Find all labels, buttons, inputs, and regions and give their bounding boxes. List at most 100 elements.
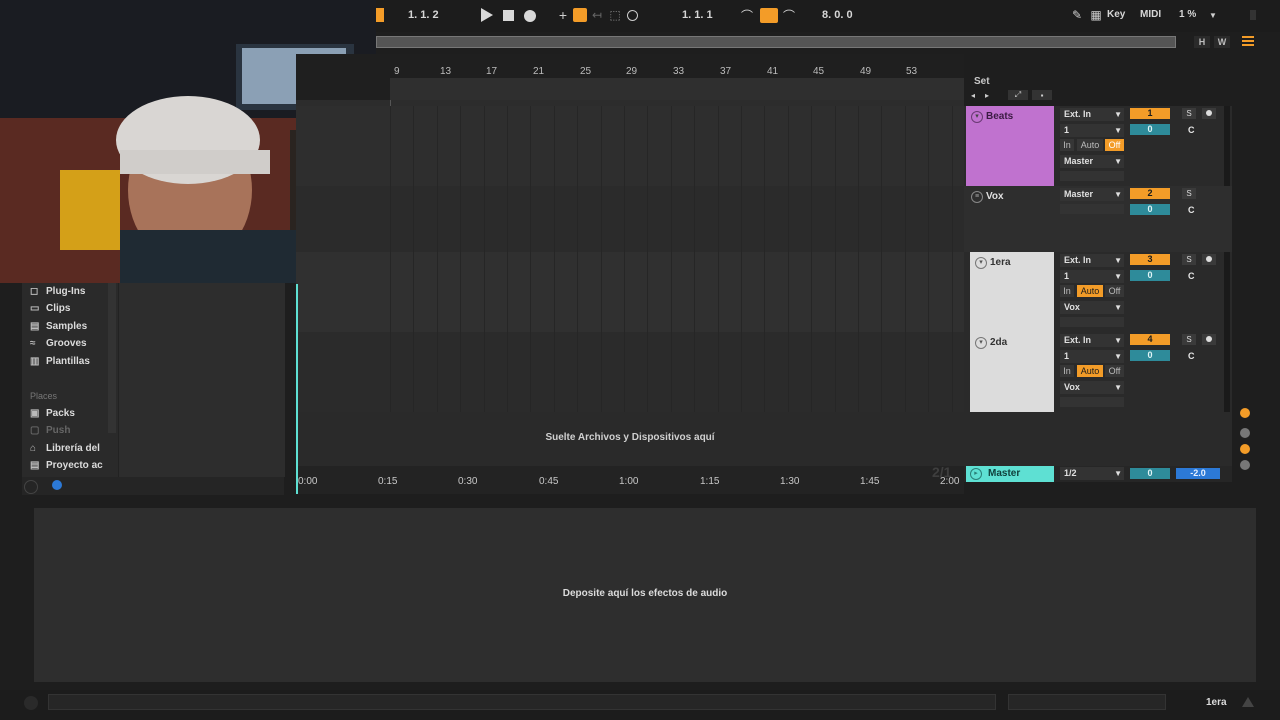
arm-button[interactable] xyxy=(1202,108,1216,119)
browser-toggle-icon[interactable] xyxy=(24,480,38,494)
browser-place-push[interactable]: ▢ Push xyxy=(30,425,70,436)
ruler[interactable]: 9 13 17 21 25 29 33 37 41 45 49 53 xyxy=(296,54,964,100)
monitor-in-button[interactable]: In xyxy=(1060,285,1074,297)
device-toggle-icon[interactable] xyxy=(1240,694,1256,710)
fold-icon[interactable]: ▸ xyxy=(970,468,982,480)
midi-map-button[interactable]: MIDI xyxy=(1140,9,1161,20)
solo-button[interactable]: S xyxy=(1182,188,1196,199)
input-type-select[interactable]: Ext. In ▼ xyxy=(1060,108,1124,121)
monitor-auto-button[interactable]: Auto xyxy=(1077,365,1103,377)
arm-button[interactable] xyxy=(1202,254,1216,265)
monitor-off-button[interactable]: Off xyxy=(1105,285,1124,297)
pan-value[interactable]: C xyxy=(1188,351,1195,361)
volume-value[interactable]: 0 xyxy=(1130,204,1170,215)
track-activator[interactable]: 2 xyxy=(1130,188,1170,199)
track-header[interactable]: ▸ Master xyxy=(966,466,1054,482)
browser-item-samples[interactable]: ▤ Samples xyxy=(30,321,87,332)
browser-content[interactable] xyxy=(118,283,285,477)
volume-value[interactable]: 0 xyxy=(1130,270,1170,281)
output-select[interactable]: Vox ▼ xyxy=(1060,301,1124,314)
overdub-icon[interactable]: + xyxy=(556,7,570,23)
group-fold-icon[interactable]: ≡ xyxy=(971,191,983,203)
output-select[interactable]: Master ▼ xyxy=(1060,155,1124,168)
lane-vox[interactable] xyxy=(296,186,964,253)
master-track[interactable]: ▸ Master 1/2 ▼ 0 -2.0 xyxy=(964,466,1232,482)
record-icon[interactable] xyxy=(524,10,536,22)
output-sub-select[interactable] xyxy=(1060,317,1124,327)
browser-place-packs[interactable]: ▣ Packs xyxy=(30,408,75,419)
track-header[interactable]: ≡ Vox xyxy=(966,186,1054,252)
automation-arm-icon[interactable] xyxy=(573,8,587,22)
input-channel-select[interactable]: 1 ▼ xyxy=(1060,350,1124,363)
arm-button[interactable] xyxy=(1202,334,1216,345)
play-icon[interactable] xyxy=(480,8,494,22)
track-activator[interactable]: 4 xyxy=(1130,334,1170,345)
monitor-auto-button[interactable]: Auto xyxy=(1077,139,1103,151)
monitor-in-button[interactable]: In xyxy=(1060,365,1074,377)
output-sub-select[interactable] xyxy=(1060,171,1124,181)
reenable-automation-icon[interactable]: ↤ xyxy=(590,8,604,22)
browser-item-templates[interactable]: ▥ Plantillas xyxy=(30,356,90,367)
solo-button[interactable]: S xyxy=(1182,334,1196,345)
output-select[interactable]: 1/2 ▼ xyxy=(1060,467,1124,480)
keyboard-icon[interactable]: ▦ xyxy=(1089,8,1103,22)
volume-value[interactable]: 0 xyxy=(1130,468,1170,479)
punch-out-icon[interactable]: ⌒ xyxy=(782,8,796,23)
browser-item-clips[interactable]: ▭ Clips xyxy=(30,303,70,314)
info-toggle-icon[interactable] xyxy=(24,696,38,710)
track-activator[interactable]: 3 xyxy=(1130,254,1170,265)
browser-place-project[interactable]: ▤ Proyecto ac xyxy=(30,460,103,471)
width-button[interactable]: W xyxy=(1214,36,1230,48)
input-type-select[interactable]: Ext. In ▼ xyxy=(1060,254,1124,267)
track-drop-area[interactable] xyxy=(964,412,1232,466)
capture-icon[interactable]: ⬚ xyxy=(608,8,622,22)
fold-icon[interactable]: ▾ xyxy=(975,337,987,349)
key-map-button[interactable]: Key xyxy=(1107,9,1125,20)
lock-icon[interactable]: ▪ xyxy=(1032,90,1052,100)
session-record-icon[interactable] xyxy=(627,10,638,21)
track-2da[interactable]: ▾ 2da Ext. In ▼ 1 ▼ In Auto Off Vox ▼ 4 0 S… xyxy=(964,332,1232,413)
loop-switch-icon[interactable] xyxy=(760,8,778,23)
monitor-auto-button[interactable]: Auto xyxy=(1077,285,1103,297)
track-header[interactable]: ▾ 1era xyxy=(970,252,1054,332)
device-view[interactable]: Deposite aquí los efectos de audio xyxy=(34,508,1256,682)
track-activator[interactable]: 1 xyxy=(1130,108,1170,119)
solo-button[interactable]: S xyxy=(1182,254,1196,265)
lane-2da[interactable] xyxy=(296,332,964,413)
returns-toggle-icon[interactable] xyxy=(1240,444,1250,454)
prev-locator-icon[interactable]: ◂ xyxy=(968,90,978,100)
time-ruler[interactable]: 0:00 0:15 0:30 0:45 1:00 1:15 1:30 1:45 … xyxy=(296,464,964,494)
drop-zone[interactable]: Suelte Archivos y Dispositivos aquí xyxy=(296,412,964,466)
loop-length[interactable]: 8. 0. 0 xyxy=(822,9,853,21)
pan-value[interactable]: C xyxy=(1188,205,1195,215)
browser-item-plugins[interactable]: ◻ Plug-Ins xyxy=(30,286,85,297)
lane-1era[interactable] xyxy=(296,252,964,333)
clip-view-icon[interactable] xyxy=(1240,408,1250,418)
loop-brace[interactable] xyxy=(390,78,964,100)
expand-icon[interactable]: ⤢ xyxy=(1008,90,1028,100)
volume-value[interactable]: 0 xyxy=(1130,350,1170,361)
fold-icon[interactable]: ▾ xyxy=(971,111,983,123)
io-toggle-icon[interactable] xyxy=(1240,428,1250,438)
preview-icon[interactable] xyxy=(52,480,62,490)
track-header[interactable]: ▾ 2da xyxy=(970,332,1054,412)
punch-in-icon[interactable]: ⌒ xyxy=(740,8,754,23)
loop-start[interactable]: 1. 1. 1 xyxy=(682,9,713,21)
output-select[interactable]: Vox ▼ xyxy=(1060,381,1124,394)
monitor-off-button[interactable]: Off xyxy=(1105,139,1124,151)
pan-value[interactable]: C xyxy=(1188,125,1195,135)
arrangement-position[interactable]: 1. 1. 2 xyxy=(408,9,439,21)
input-type-select[interactable]: Ext. In ▼ xyxy=(1060,334,1124,347)
output-select[interactable]: Master ▼ xyxy=(1060,188,1124,201)
master-gain[interactable]: -2.0 xyxy=(1176,468,1220,479)
monitor-off-button[interactable]: Off xyxy=(1105,365,1124,377)
browser-scrollbar[interactable] xyxy=(108,283,116,433)
mixer-toggle-icon[interactable] xyxy=(1240,460,1250,470)
track-1era[interactable]: ▾ 1era Ext. In ▼ 1 ▼ In Auto Off Vox ▼ 3 0 … xyxy=(964,252,1232,333)
track-vox[interactable]: ≡ Vox Master ▼ 2 0 S C xyxy=(964,186,1232,253)
cpu-dropdown-icon[interactable]: ▼ xyxy=(1208,8,1218,22)
hide-button[interactable]: H xyxy=(1194,36,1210,48)
solo-button[interactable]: S xyxy=(1182,108,1196,119)
fold-icon[interactable]: ▾ xyxy=(975,257,987,269)
tempo-nudge[interactable] xyxy=(376,8,384,22)
